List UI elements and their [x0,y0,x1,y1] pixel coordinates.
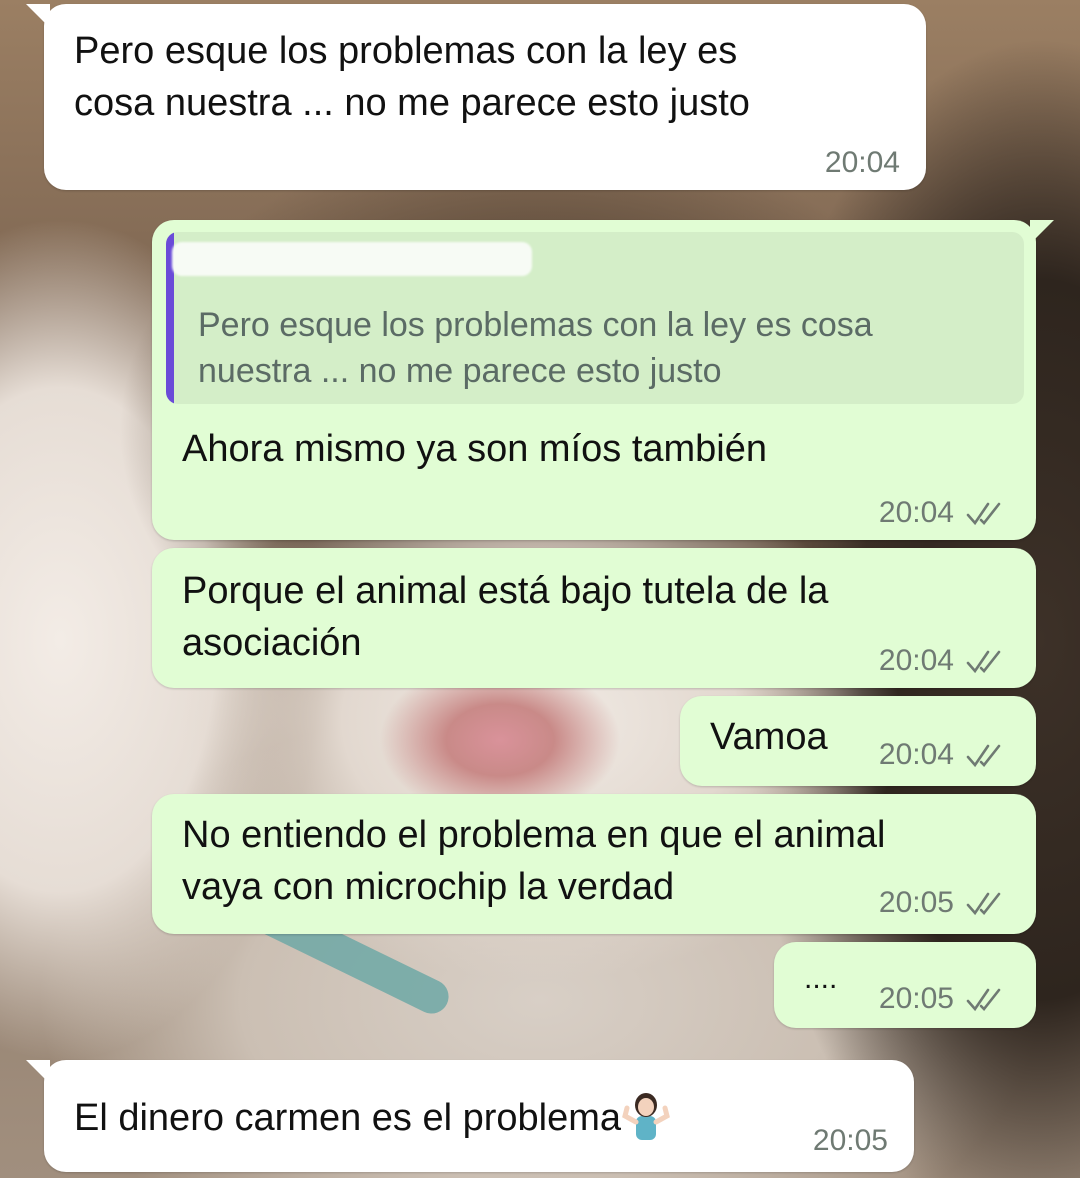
message-bubble-outgoing[interactable]: Pero esque los problemas con la ley es c… [152,220,1054,540]
read-double-check-icon [966,988,1001,1012]
person-shrugging-emoji [622,1093,670,1140]
read-double-check-icon [966,650,1001,674]
message-timestamp: 20:04 [824,146,900,179]
read-double-check-icon [966,892,1001,916]
message-bubble-incoming[interactable]: Pero esque los problemas con la ley es c… [26,4,926,190]
message-text-line: asociación [182,622,362,664]
message-timestamp: 20:04 [878,644,954,677]
message-bubble-outgoing[interactable]: Vamoa 20:04 [680,696,1036,786]
message-timestamp: 20:04 [878,738,954,771]
message-text-line: vaya con microchip la verdad [182,866,675,908]
message-text-line: El dinero carmen es el problema [74,1090,671,1143]
message-text-line: Vamoa [710,716,828,758]
message-timestamp: 20:04 [878,496,954,529]
message-text-line: No entiendo el problema en que el animal [182,814,886,856]
quoted-message[interactable]: Pero esque los problemas con la ley es c… [166,232,1024,404]
message-text-line: .... [804,962,838,995]
message-text-line: Porque el animal está bajo tutela de la [182,570,829,612]
message-timestamp: 20:05 [878,982,954,1015]
message-timestamp: 20:05 [878,886,954,919]
read-double-check-icon [966,502,1001,526]
message-text: El dinero carmen es el problema [74,1097,622,1139]
message-bubble-outgoing[interactable]: .... 20:05 [774,942,1036,1028]
message-text-line: Ahora mismo ya son míos también [182,428,768,470]
bubble-tail [1030,220,1054,244]
quote-author-redacted [172,242,532,276]
message-text-line: cosa nuestra ... no me parece esto justo [74,82,750,124]
bubble-tail [26,4,50,28]
bubble-tail [26,1060,50,1084]
message-text-line: Pero esque los problemas con la ley es [74,30,738,72]
quote-text-line: nuestra ... no me parece esto justo [198,352,722,390]
quote-text-line: Pero esque los problemas con la ley es c… [198,306,873,344]
read-double-check-icon [966,744,1001,768]
message-bubble-outgoing[interactable]: No entiendo el problema en que el animal… [152,794,1036,934]
message-bubble-incoming[interactable]: El dinero carmen es el problema 20:05 [26,1060,914,1172]
message-timestamp: 20:05 [812,1124,888,1157]
message-bubble-outgoing[interactable]: Porque el animal está bajo tutela de la … [152,548,1036,688]
